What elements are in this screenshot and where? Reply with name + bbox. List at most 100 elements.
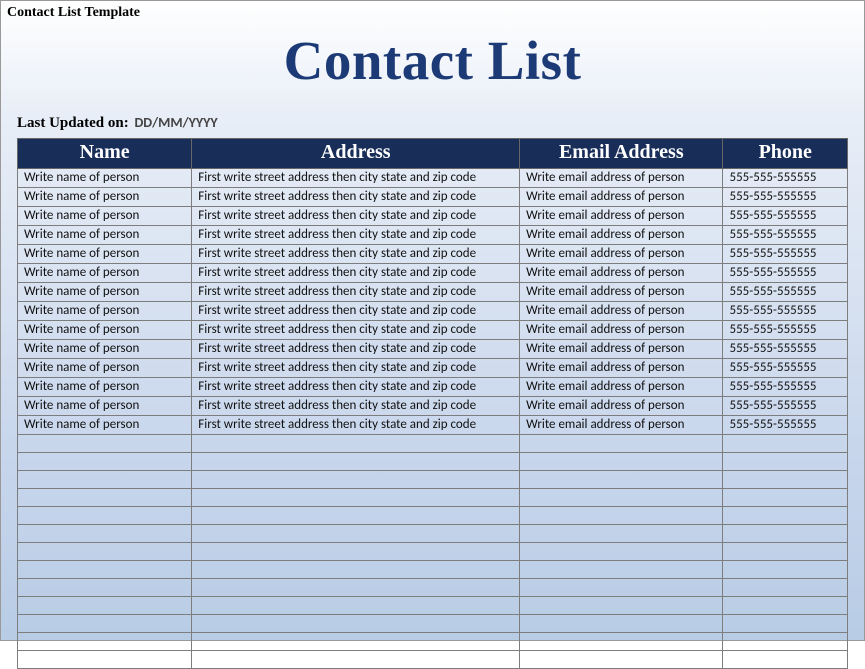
cell-phone[interactable]: 555-555-555555 <box>723 302 848 321</box>
cell-name[interactable]: Write name of person <box>18 207 192 226</box>
cell-email[interactable]: Write email address of person <box>520 169 723 188</box>
cell-phone[interactable]: 555-555-555555 <box>723 416 848 435</box>
cell-email[interactable]: Write email address of person <box>520 397 723 416</box>
cell-name[interactable]: Write name of person <box>18 283 192 302</box>
cell-name[interactable]: Write name of person <box>18 245 192 264</box>
cell-phone[interactable]: 555-555-555555 <box>723 321 848 340</box>
cell-address[interactable]: First write street address then city sta… <box>192 169 520 188</box>
cell-email[interactable] <box>520 543 723 561</box>
cell-phone[interactable]: 555-555-555555 <box>723 226 848 245</box>
cell-name[interactable] <box>18 471 192 489</box>
cell-email[interactable]: Write email address of person <box>520 340 723 359</box>
cell-name[interactable]: Write name of person <box>18 188 192 207</box>
cell-name[interactable]: Write name of person <box>18 378 192 397</box>
cell-name[interactable]: Write name of person <box>18 169 192 188</box>
cell-phone[interactable] <box>723 579 848 597</box>
cell-address[interactable] <box>192 489 520 507</box>
cell-email[interactable]: Write email address of person <box>520 188 723 207</box>
cell-address[interactable]: First write street address then city sta… <box>192 397 520 416</box>
cell-email[interactable] <box>520 561 723 579</box>
cell-name[interactable] <box>18 435 192 453</box>
cell-address[interactable] <box>192 615 520 633</box>
cell-email[interactable] <box>520 489 723 507</box>
cell-address[interactable]: First write street address then city sta… <box>192 245 520 264</box>
cell-name[interactable] <box>18 561 192 579</box>
cell-address[interactable] <box>192 507 520 525</box>
cell-email[interactable]: Write email address of person <box>520 264 723 283</box>
cell-phone[interactable] <box>723 633 848 651</box>
cell-phone[interactable]: 555-555-555555 <box>723 397 848 416</box>
cell-address[interactable] <box>192 525 520 543</box>
cell-email[interactable]: Write email address of person <box>520 245 723 264</box>
cell-address[interactable]: First write street address then city sta… <box>192 283 520 302</box>
cell-name[interactable]: Write name of person <box>18 416 192 435</box>
cell-phone[interactable] <box>723 651 848 669</box>
cell-name[interactable] <box>18 507 192 525</box>
cell-phone[interactable] <box>723 615 848 633</box>
cell-address[interactable] <box>192 453 520 471</box>
cell-name[interactable] <box>18 525 192 543</box>
cell-address[interactable] <box>192 633 520 651</box>
cell-phone[interactable] <box>723 597 848 615</box>
cell-email[interactable] <box>520 597 723 615</box>
cell-name[interactable] <box>18 597 192 615</box>
cell-phone[interactable]: 555-555-555555 <box>723 359 848 378</box>
cell-phone[interactable]: 555-555-555555 <box>723 207 848 226</box>
cell-name[interactable]: Write name of person <box>18 302 192 321</box>
cell-address[interactable]: First write street address then city sta… <box>192 188 520 207</box>
cell-phone[interactable]: 555-555-555555 <box>723 378 848 397</box>
cell-address[interactable] <box>192 651 520 669</box>
cell-phone[interactable] <box>723 453 848 471</box>
cell-phone[interactable]: 555-555-555555 <box>723 264 848 283</box>
cell-phone[interactable]: 555-555-555555 <box>723 245 848 264</box>
cell-email[interactable]: Write email address of person <box>520 207 723 226</box>
cell-email[interactable] <box>520 633 723 651</box>
cell-phone[interactable]: 555-555-555555 <box>723 283 848 302</box>
cell-phone[interactable]: 555-555-555555 <box>723 169 848 188</box>
cell-phone[interactable] <box>723 489 848 507</box>
cell-name[interactable]: Write name of person <box>18 340 192 359</box>
cell-name[interactable] <box>18 633 192 651</box>
cell-name[interactable]: Write name of person <box>18 264 192 283</box>
cell-name[interactable]: Write name of person <box>18 359 192 378</box>
cell-email[interactable]: Write email address of person <box>520 302 723 321</box>
cell-email[interactable] <box>520 525 723 543</box>
cell-address[interactable]: First write street address then city sta… <box>192 321 520 340</box>
cell-address[interactable]: First write street address then city sta… <box>192 226 520 245</box>
cell-email[interactable]: Write email address of person <box>520 321 723 340</box>
cell-address[interactable] <box>192 561 520 579</box>
cell-email[interactable]: Write email address of person <box>520 226 723 245</box>
cell-email[interactable] <box>520 453 723 471</box>
cell-address[interactable] <box>192 435 520 453</box>
cell-phone[interactable]: 555-555-555555 <box>723 188 848 207</box>
cell-name[interactable] <box>18 615 192 633</box>
cell-phone[interactable] <box>723 525 848 543</box>
cell-name[interactable] <box>18 543 192 561</box>
cell-address[interactable]: First write street address then city sta… <box>192 378 520 397</box>
cell-email[interactable] <box>520 579 723 597</box>
cell-address[interactable]: First write street address then city sta… <box>192 302 520 321</box>
cell-address[interactable]: First write street address then city sta… <box>192 340 520 359</box>
cell-name[interactable] <box>18 651 192 669</box>
cell-name[interactable] <box>18 489 192 507</box>
cell-name[interactable]: Write name of person <box>18 226 192 245</box>
cell-email[interactable] <box>520 651 723 669</box>
cell-address[interactable] <box>192 543 520 561</box>
cell-email[interactable]: Write email address of person <box>520 378 723 397</box>
cell-address[interactable]: First write street address then city sta… <box>192 416 520 435</box>
cell-name[interactable]: Write name of person <box>18 397 192 416</box>
cell-address[interactable] <box>192 597 520 615</box>
cell-name[interactable]: Write name of person <box>18 321 192 340</box>
cell-email[interactable]: Write email address of person <box>520 359 723 378</box>
cell-phone[interactable] <box>723 507 848 525</box>
cell-phone[interactable] <box>723 543 848 561</box>
cell-address[interactable]: First write street address then city sta… <box>192 264 520 283</box>
cell-name[interactable] <box>18 453 192 471</box>
cell-address[interactable]: First write street address then city sta… <box>192 359 520 378</box>
cell-phone[interactable] <box>723 561 848 579</box>
cell-email[interactable] <box>520 471 723 489</box>
cell-phone[interactable] <box>723 435 848 453</box>
cell-address[interactable] <box>192 471 520 489</box>
cell-address[interactable] <box>192 579 520 597</box>
cell-email[interactable] <box>520 507 723 525</box>
